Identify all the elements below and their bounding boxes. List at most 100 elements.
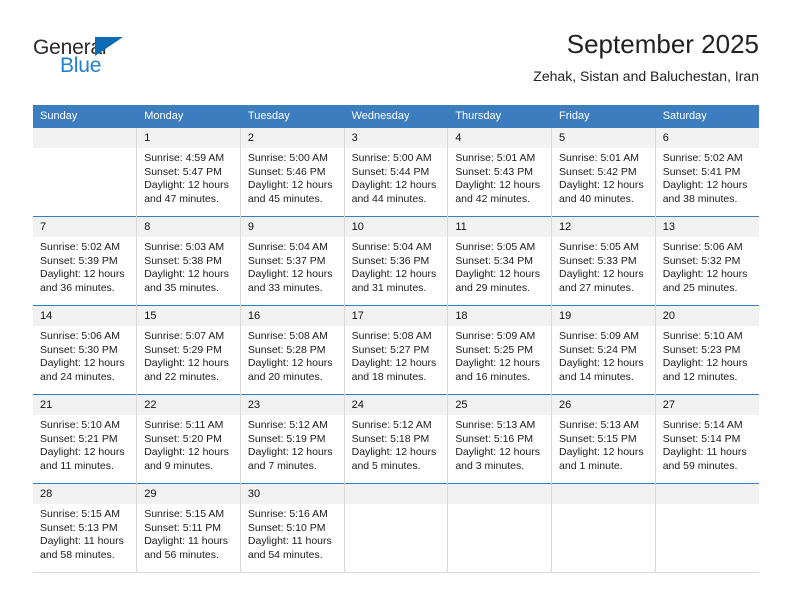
daylight-text-line1: Daylight: 11 hours bbox=[144, 535, 229, 548]
sunrise-text: Sunrise: 5:07 AM bbox=[144, 330, 225, 342]
day-details: Sunrise: 5:02 AM Sunset: 5:41 PM Daylight:… bbox=[656, 148, 759, 206]
calendar-day-cell[interactable]: 13 Sunrise: 5:06 AM Sunset: 5:32 PM Dayligh… bbox=[655, 216, 759, 306]
sunset-text: Sunset: 5:36 PM bbox=[351, 254, 430, 267]
calendar-day-cell[interactable]: 22 Sunrise: 5:11 AM Sunset: 5:20 PM Dayligh… bbox=[136, 394, 241, 484]
calendar-day-cell[interactable]: 20 Sunrise: 5:10 AM Sunset: 5:23 PM Dayligh… bbox=[655, 305, 759, 395]
daylight-text-line2: and 1 minute. bbox=[559, 459, 623, 472]
calendar-day-cell[interactable]: 9 Sunrise: 5:04 AM Sunset: 5:37 PM Daylight… bbox=[240, 216, 345, 306]
sunrise-text: Sunrise: 5:15 AM bbox=[40, 508, 120, 520]
general-blue-logo[interactable]: General Blue bbox=[33, 36, 233, 86]
day-number: 22 bbox=[137, 395, 240, 415]
day-number bbox=[344, 484, 448, 504]
daylight-text-line2: and 56 minutes. bbox=[144, 548, 219, 561]
day-number: 5 bbox=[552, 128, 655, 148]
day-number: 3 bbox=[344, 128, 448, 148]
daylight-text-line2: and 47 minutes. bbox=[144, 192, 219, 205]
calendar-day-cell[interactable]: 10 Sunrise: 5:04 AM Sunset: 5:36 PM Dayligh… bbox=[344, 216, 449, 306]
sunrise-text: Sunrise: 5:01 AM bbox=[455, 152, 536, 164]
sunrise-text: Sunrise: 5:01 AM bbox=[559, 152, 639, 164]
day-number bbox=[448, 484, 552, 504]
daylight-text-line1: Daylight: 12 hours bbox=[144, 179, 229, 192]
sunrise-text: Sunrise: 5:06 AM bbox=[40, 330, 120, 342]
calendar-day-cell[interactable]: 18 Sunrise: 5:09 AM Sunset: 5:25 PM Dayligh… bbox=[447, 305, 553, 395]
calendar-day-cell[interactable]: 15 Sunrise: 5:07 AM Sunset: 5:29 PM Dayligh… bbox=[136, 305, 241, 395]
calendar-day-cell[interactable]: 8 Sunrise: 5:03 AM Sunset: 5:38 PM Daylight… bbox=[136, 216, 241, 306]
daylight-text-line1: Daylight: 12 hours bbox=[455, 446, 540, 459]
day-details: Sunrise: 5:06 AM Sunset: 5:30 PM Daylight:… bbox=[33, 326, 136, 384]
calendar-day-cell[interactable]: 1 Sunrise: 4:59 AM Sunset: 5:47 PM Daylight… bbox=[136, 127, 241, 217]
sunrise-text: Sunrise: 5:10 AM bbox=[662, 330, 743, 342]
sunrise-text: Sunrise: 5:08 AM bbox=[351, 330, 432, 342]
calendar-day-cell[interactable]: 6 Sunrise: 5:02 AM Sunset: 5:41 PM Daylight… bbox=[655, 127, 759, 217]
day-details: Sunrise: 5:01 AM Sunset: 5:42 PM Daylight:… bbox=[552, 148, 655, 206]
calendar-day-cell[interactable]: 7 Sunrise: 5:02 AM Sunset: 5:39 PM Daylight… bbox=[33, 216, 138, 306]
day-details: Sunrise: 5:13 AM Sunset: 5:16 PM Daylight:… bbox=[448, 415, 551, 473]
day-details: Sunrise: 5:04 AM Sunset: 5:36 PM Daylight:… bbox=[345, 237, 448, 295]
calendar-week-row: 1 Sunrise: 4:59 AM Sunset: 5:47 PM Daylight… bbox=[33, 127, 759, 217]
calendar-day-cell[interactable]: 12 Sunrise: 5:05 AM Sunset: 5:33 PM Dayligh… bbox=[551, 216, 656, 306]
day-details: Sunrise: 5:10 AM Sunset: 5:21 PM Daylight:… bbox=[33, 415, 136, 473]
daylight-text-line1: Daylight: 12 hours bbox=[559, 268, 644, 281]
daylight-text-line1: Daylight: 12 hours bbox=[662, 179, 748, 192]
calendar-day-cell[interactable]: 3 Sunrise: 5:00 AM Sunset: 5:44 PM Daylight… bbox=[344, 127, 449, 217]
calendar-day-cell[interactable]: 19 Sunrise: 5:09 AM Sunset: 5:24 PM Dayligh… bbox=[551, 305, 656, 395]
calendar-day-cell[interactable]: 17 Sunrise: 5:08 AM Sunset: 5:27 PM Dayligh… bbox=[344, 305, 449, 395]
calendar-day-cell[interactable]: 26 Sunrise: 5:13 AM Sunset: 5:15 PM Dayligh… bbox=[551, 394, 656, 484]
sunset-text: Sunset: 5:27 PM bbox=[351, 343, 430, 356]
day-number: 24 bbox=[344, 395, 448, 415]
daylight-text-line2: and 29 minutes. bbox=[455, 281, 531, 294]
day-number: 16 bbox=[240, 306, 344, 326]
sunrise-text: Sunrise: 5:06 AM bbox=[662, 241, 743, 253]
daylight-text-line2: and 25 minutes. bbox=[662, 281, 738, 294]
calendar-day-cell[interactable]: 5 Sunrise: 5:01 AM Sunset: 5:42 PM Daylight… bbox=[551, 127, 656, 217]
page-title: September 2025 bbox=[566, 29, 759, 59]
calendar-body: 1 Sunrise: 4:59 AM Sunset: 5:47 PM Daylight… bbox=[33, 127, 759, 573]
daylight-text-line2: and 9 minutes. bbox=[144, 459, 214, 472]
day-details: Sunrise: 5:15 AM Sunset: 5:13 PM Daylight:… bbox=[33, 504, 136, 562]
sunset-text: Sunset: 5:24 PM bbox=[559, 343, 637, 356]
daylight-text-line2: and 14 minutes. bbox=[559, 370, 634, 383]
daylight-text-line2: and 27 minutes. bbox=[559, 281, 634, 294]
day-details: Sunrise: 5:07 AM Sunset: 5:29 PM Daylight:… bbox=[137, 326, 240, 384]
weekday-header-thursday: Thursday bbox=[447, 105, 553, 128]
calendar-day-cell[interactable]: 30 Sunrise: 5:16 AM Sunset: 5:10 PM Dayligh… bbox=[240, 483, 345, 573]
day-number: 1 bbox=[137, 128, 240, 148]
page-header: General Blue September 2025 Zehak, Sista… bbox=[33, 28, 759, 98]
calendar-day-cell[interactable]: 14 Sunrise: 5:06 AM Sunset: 5:30 PM Dayligh… bbox=[33, 305, 138, 395]
daylight-text-line2: and 18 minutes. bbox=[351, 370, 427, 383]
weekday-header-saturday: Saturday bbox=[655, 105, 759, 128]
daylight-text-line2: and 7 minutes. bbox=[247, 459, 317, 472]
daylight-text-line1: Daylight: 12 hours bbox=[455, 268, 540, 281]
day-number: 19 bbox=[552, 306, 655, 326]
day-number: 2 bbox=[240, 128, 344, 148]
daylight-text-line1: Daylight: 12 hours bbox=[351, 357, 437, 370]
calendar-empty-cell bbox=[655, 483, 759, 573]
daylight-text-line1: Daylight: 11 hours bbox=[40, 535, 124, 548]
calendar-day-cell[interactable]: 4 Sunrise: 5:01 AM Sunset: 5:43 PM Daylight… bbox=[447, 127, 553, 217]
weekday-header-wednesday: Wednesday bbox=[344, 105, 449, 128]
daylight-text-line2: and 36 minutes. bbox=[40, 281, 115, 294]
daylight-text-line2: and 11 minutes. bbox=[40, 459, 114, 472]
calendar-day-cell[interactable]: 23 Sunrise: 5:12 AM Sunset: 5:19 PM Dayligh… bbox=[240, 394, 345, 484]
calendar-day-cell[interactable]: 21 Sunrise: 5:10 AM Sunset: 5:21 PM Dayligh… bbox=[33, 394, 138, 484]
day-number: 21 bbox=[33, 395, 137, 415]
daylight-text-line1: Daylight: 12 hours bbox=[247, 179, 333, 192]
calendar-day-cell[interactable]: 16 Sunrise: 5:08 AM Sunset: 5:28 PM Dayligh… bbox=[240, 305, 345, 395]
sunrise-text: Sunrise: 5:11 AM bbox=[144, 419, 224, 431]
sunrise-text: Sunrise: 5:08 AM bbox=[247, 330, 328, 342]
day-number: 10 bbox=[344, 217, 448, 237]
calendar-day-cell[interactable]: 28 Sunrise: 5:15 AM Sunset: 5:13 PM Dayligh… bbox=[33, 483, 138, 573]
calendar-day-cell[interactable]: 24 Sunrise: 5:12 AM Sunset: 5:18 PM Dayligh… bbox=[344, 394, 449, 484]
sunset-text: Sunset: 5:18 PM bbox=[351, 432, 430, 445]
calendar-day-cell[interactable]: 2 Sunrise: 5:00 AM Sunset: 5:46 PM Daylight… bbox=[240, 127, 345, 217]
calendar-day-cell[interactable]: 25 Sunrise: 5:13 AM Sunset: 5:16 PM Dayligh… bbox=[447, 394, 553, 484]
sunrise-text: Sunrise: 5:04 AM bbox=[247, 241, 328, 253]
day-number: 29 bbox=[137, 484, 240, 504]
daylight-text-line1: Daylight: 12 hours bbox=[247, 268, 333, 281]
calendar-day-cell[interactable]: 29 Sunrise: 5:15 AM Sunset: 5:11 PM Dayligh… bbox=[136, 483, 241, 573]
title-block: September 2025 Zehak, Sistan and Baluche… bbox=[533, 28, 759, 86]
day-details: Sunrise: 5:09 AM Sunset: 5:25 PM Daylight:… bbox=[448, 326, 551, 384]
calendar-day-cell[interactable]: 11 Sunrise: 5:05 AM Sunset: 5:34 PM Dayligh… bbox=[447, 216, 553, 306]
sunset-text: Sunset: 5:32 PM bbox=[662, 254, 741, 267]
calendar-day-cell[interactable]: 27 Sunrise: 5:14 AM Sunset: 5:14 PM Dayligh… bbox=[655, 394, 759, 484]
